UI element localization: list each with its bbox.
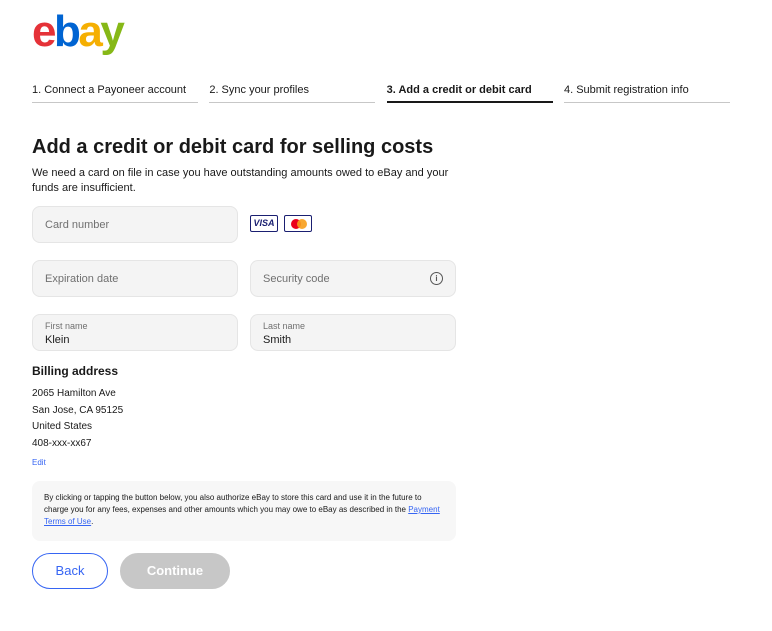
progress-steps: 1. Connect a Payoneer account 2. Sync yo… (32, 84, 730, 103)
first-name-label: First name (45, 321, 88, 331)
first-name-field[interactable]: First name Klein (32, 314, 238, 351)
page-title: Add a credit or debit card for selling c… (32, 136, 434, 158)
step-sync-profiles: 2. Sync your profiles (209, 84, 376, 103)
page-description: We need a card on file in case you have … (32, 167, 449, 194)
step-submit-registration: 4. Submit registration info (563, 84, 730, 103)
step-connect-payoneer: 1. Connect a Payoneer account (32, 84, 198, 103)
notice-end: . (91, 517, 94, 526)
card-number-field[interactable]: Card number (32, 206, 238, 243)
logo-letter-b: b (53, 7, 81, 56)
last-name-field[interactable]: Last name Smith (250, 314, 456, 351)
step-add-card: 3. Add a credit or debit card (386, 84, 553, 103)
last-name-value: Smith (263, 334, 292, 346)
expiration-date-placeholder: Expiration date (45, 273, 119, 285)
notice-text: By clicking or tapping the button below,… (44, 493, 422, 514)
ebay-logo[interactable]: ebay (32, 7, 125, 56)
address-country: United States (32, 421, 93, 432)
authorization-notice: By clicking or tapping the button below,… (32, 481, 456, 541)
card-number-placeholder: Card number (45, 219, 110, 231)
logo-letter-a: a (78, 7, 102, 56)
back-button[interactable]: Back (32, 553, 108, 589)
info-icon[interactable]: i (430, 272, 443, 285)
address-phone: 408-xxx-xx67 (32, 438, 92, 449)
security-code-placeholder: Security code (263, 273, 330, 285)
address-city: San Jose, CA 95125 (32, 405, 124, 416)
logo-letter-e: e (32, 7, 56, 56)
billing-address-heading: Billing address (32, 364, 119, 378)
first-name-value: Klein (45, 334, 70, 346)
address-street: 2065 Hamilton Ave (32, 388, 116, 399)
continue-button[interactable]: Continue (120, 553, 230, 589)
logo-letter-y: y (100, 7, 124, 56)
security-code-field[interactable]: Security code i (250, 260, 456, 297)
last-name-label: Last name (263, 321, 306, 331)
visa-icon: VISA (250, 215, 278, 232)
expiration-date-field[interactable]: Expiration date (32, 260, 238, 297)
mastercard-icon (284, 215, 312, 232)
edit-address-link[interactable]: Edit (32, 458, 46, 467)
